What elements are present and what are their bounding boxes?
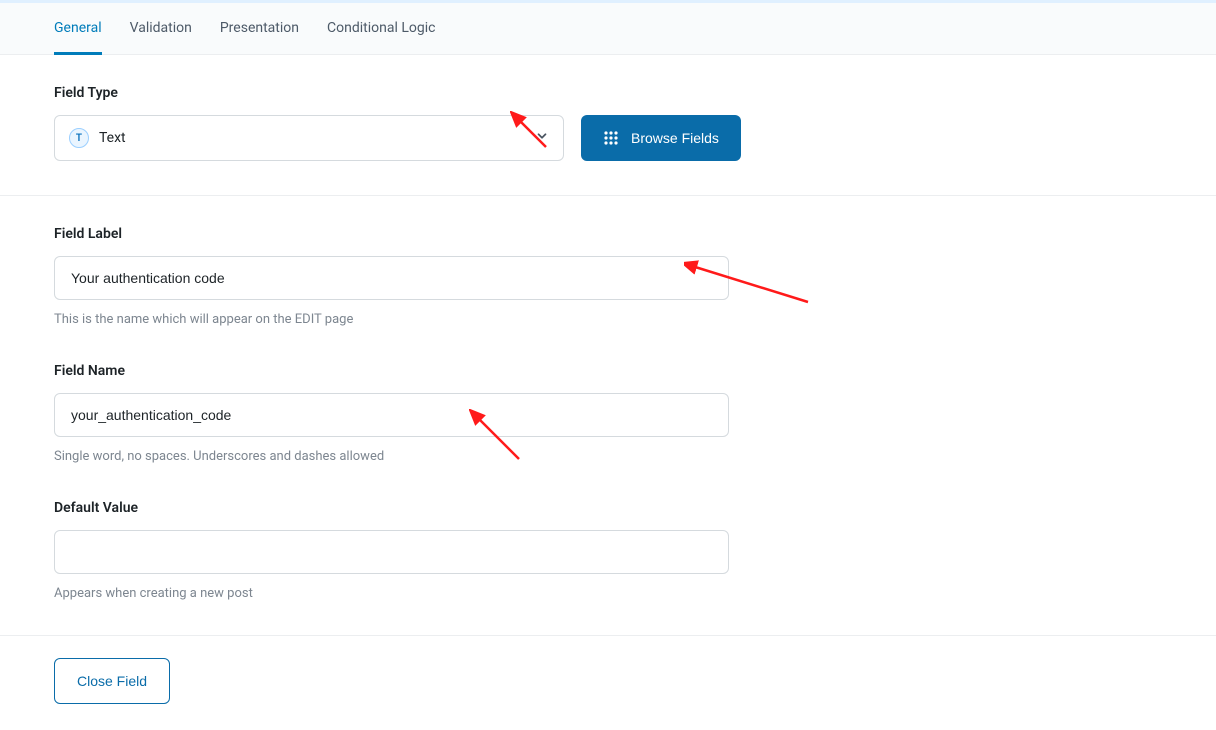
tabbar: General Validation Presentation Conditio… (0, 3, 1216, 55)
browse-fields-label: Browse Fields (631, 130, 719, 146)
tab-validation-label: Validation (130, 20, 192, 36)
tab-presentation-label: Presentation (220, 20, 299, 36)
block-field-name: Field Name Single word, no spaces. Under… (54, 363, 1162, 464)
tab-conditional-logic[interactable]: Conditional Logic (327, 3, 435, 55)
tab-validation[interactable]: Validation (130, 3, 192, 55)
tab-presentation[interactable]: Presentation (220, 3, 299, 55)
grid-icon (603, 130, 619, 146)
tab-conditional-logic-label: Conditional Logic (327, 20, 435, 36)
field-type-selected: Text (99, 130, 126, 146)
default-value-label: Default Value (54, 500, 1162, 516)
section-field-type: Field Type T Text Browse Fields (0, 55, 1216, 195)
close-field-label: Close Field (77, 673, 147, 689)
chevron-down-icon (535, 129, 549, 147)
field-label-hint: This is the name which will appear on th… (54, 312, 1162, 327)
tab-general[interactable]: General (54, 3, 102, 55)
close-field-button[interactable]: Close Field (54, 658, 170, 704)
tab-general-label: General (54, 20, 102, 36)
field-label-label: Field Label (54, 226, 1162, 242)
default-value-hint: Appears when creating a new post (54, 586, 1162, 601)
field-type-label: Field Type (54, 85, 1162, 101)
type-icon: T (69, 128, 89, 148)
footer: Close Field (0, 635, 1216, 730)
browse-fields-button[interactable]: Browse Fields (581, 115, 741, 161)
field-name-input[interactable] (54, 393, 729, 437)
section-fields: Field Label This is the name which will … (0, 196, 1216, 635)
field-label-input[interactable] (54, 256, 729, 300)
block-default-value: Default Value Appears when creating a ne… (54, 500, 1162, 601)
type-icon-glyph: T (76, 133, 82, 144)
default-value-input[interactable] (54, 530, 729, 574)
field-name-label: Field Name (54, 363, 1162, 379)
field-name-hint: Single word, no spaces. Underscores and … (54, 449, 1162, 464)
block-field-label: Field Label This is the name which will … (54, 226, 1162, 327)
field-type-select[interactable]: T Text (54, 115, 564, 161)
